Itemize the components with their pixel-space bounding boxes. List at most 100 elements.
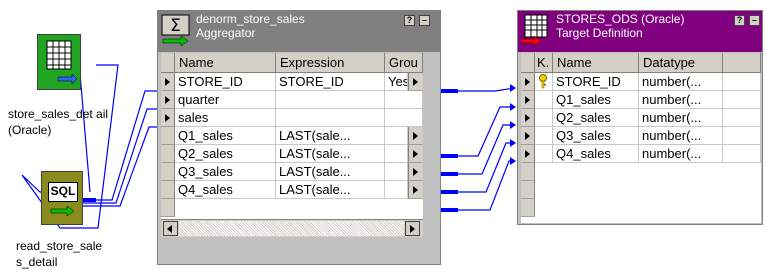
row-selector[interactable] (521, 145, 535, 163)
table-row[interactable]: quarter (161, 91, 423, 109)
primary-key-cell[interactable] (535, 109, 553, 127)
port-name[interactable]: sales (175, 109, 276, 127)
primary-key-cell[interactable] (535, 73, 553, 91)
column-header-datatype[interactable]: Datatype (639, 53, 723, 73)
row-selector[interactable] (161, 181, 175, 199)
port-expression[interactable] (276, 91, 385, 109)
port-expression[interactable] (276, 109, 385, 127)
help-button[interactable]: ? (734, 15, 745, 26)
row-selector[interactable] (161, 73, 175, 91)
row-selector[interactable] (521, 91, 535, 109)
table-row[interactable]: Q2_sales number(... (521, 109, 761, 127)
output-port-button[interactable] (408, 127, 423, 145)
scroll-track[interactable] (179, 221, 404, 236)
column-header-name[interactable]: Name (175, 53, 276, 73)
aggregator-transformation[interactable]: Σ denorm_store_sales Aggregator ? – Name… (157, 10, 441, 265)
port-expression[interactable]: LAST(sale... (276, 127, 385, 145)
row-selector[interactable] (161, 127, 175, 145)
source-table-icon[interactable] (37, 34, 81, 90)
port-name[interactable]: quarter (175, 91, 276, 109)
column-datatype[interactable]: number(... (639, 127, 723, 145)
help-button[interactable]: ? (404, 15, 415, 26)
column-datatype[interactable]: number(... (639, 145, 723, 163)
column-name[interactable]: Q3_sales (553, 127, 639, 145)
column-name[interactable]: Q4_sales (553, 145, 639, 163)
row-selector[interactable] (521, 73, 535, 91)
column-header-group[interactable]: Grou (385, 53, 423, 73)
table-row[interactable]: sales (161, 109, 423, 127)
column-name[interactable]: Q2_sales (553, 109, 639, 127)
column-datatype[interactable]: number(... (639, 109, 723, 127)
table-row[interactable]: Q4_sales number(... (521, 145, 761, 163)
column-header-name[interactable]: Name (553, 53, 639, 73)
row-selector[interactable] (161, 109, 175, 127)
output-port-button[interactable] (408, 181, 423, 199)
output-port-button[interactable] (408, 145, 423, 163)
empty-row (521, 181, 761, 199)
column-name[interactable]: Q1_sales (553, 91, 639, 109)
row-selector[interactable] (161, 163, 175, 181)
port-expression[interactable]: LAST(sale... (276, 181, 385, 199)
port-expression[interactable]: STORE_ID (276, 73, 385, 91)
sql-source-icon[interactable]: SQL (41, 171, 83, 225)
aggregator-header[interactable]: Σ denorm_store_sales Aggregator ? – (158, 11, 440, 52)
table-row[interactable]: Q4_sales LAST(sale... (161, 181, 423, 199)
table-row[interactable]: Q1_sales number(... (521, 91, 761, 109)
scroll-right-button[interactable] (405, 221, 420, 236)
sigma-icon: Σ (161, 14, 190, 47)
horizontal-scrollbar[interactable] (161, 219, 423, 237)
port-name[interactable]: Q3_sales (175, 163, 276, 181)
target-subtitle: Target Definition (556, 26, 643, 40)
port-name[interactable]: STORE_ID (175, 73, 276, 91)
table-icon (46, 40, 78, 85)
primary-key-cell[interactable] (535, 91, 553, 109)
port-expression[interactable]: LAST(sale... (276, 145, 385, 163)
arrow-right-icon (50, 205, 75, 217)
grid-corner (521, 53, 535, 73)
scroll-left-button[interactable] (163, 221, 178, 236)
row-selector[interactable] (521, 127, 535, 145)
sql-badge: SQL (48, 182, 78, 202)
table-row[interactable]: Q2_sales LAST(sale... (161, 145, 423, 163)
port-expression[interactable]: LAST(sale... (276, 163, 385, 181)
svg-text:Σ: Σ (170, 16, 181, 36)
table-row[interactable]: Q3_sales number(... (521, 127, 761, 145)
table-row[interactable]: Q1_sales LAST(sale... (161, 127, 423, 145)
column-datatype[interactable]: number(... (639, 91, 723, 109)
primary-key-cell[interactable] (535, 145, 553, 163)
output-port-button[interactable] (408, 163, 423, 181)
key-icon (539, 74, 547, 89)
column-name[interactable]: STORE_ID (553, 73, 639, 91)
target-header[interactable]: STORES_ODS (Oracle) Target Definition ? … (518, 11, 762, 52)
port-group-by[interactable] (385, 145, 408, 163)
target-definition[interactable]: STORES_ODS (Oracle) Target Definition ? … (517, 10, 763, 225)
port-group-by[interactable] (385, 127, 408, 145)
column-header-key[interactable]: K. (535, 53, 553, 73)
empty-row (521, 199, 761, 217)
minimize-button[interactable]: – (419, 15, 430, 26)
column-datatype[interactable]: number(... (639, 73, 723, 91)
link-agg-q1 (440, 106, 515, 157)
port-name[interactable]: Q2_sales (175, 145, 276, 163)
port-name[interactable]: Q1_sales (175, 127, 276, 145)
port-group-by[interactable] (385, 91, 423, 109)
port-name[interactable]: Q4_sales (175, 181, 276, 199)
table-row[interactable]: STORE_ID number(... (521, 73, 761, 91)
port-group-by[interactable] (385, 109, 423, 127)
row-selector[interactable] (161, 145, 175, 163)
row-selector[interactable] (161, 91, 175, 109)
output-port-button[interactable] (408, 73, 423, 91)
minimize-button[interactable]: – (749, 15, 760, 26)
table-row[interactable]: Q3_sales LAST(sale... (161, 163, 423, 181)
grid-corner (161, 53, 175, 73)
empty-row (521, 163, 761, 181)
column-header-expression[interactable]: Expression (276, 53, 385, 73)
table-row[interactable]: STORE_ID STORE_ID Yes (161, 73, 423, 91)
target-table-icon (521, 14, 548, 47)
target-title: STORES_ODS (Oracle) (556, 12, 685, 26)
port-group-by[interactable]: Yes (385, 73, 408, 91)
port-group-by[interactable] (385, 163, 408, 181)
primary-key-cell[interactable] (535, 127, 553, 145)
row-selector[interactable] (521, 109, 535, 127)
port-group-by[interactable] (385, 181, 408, 199)
